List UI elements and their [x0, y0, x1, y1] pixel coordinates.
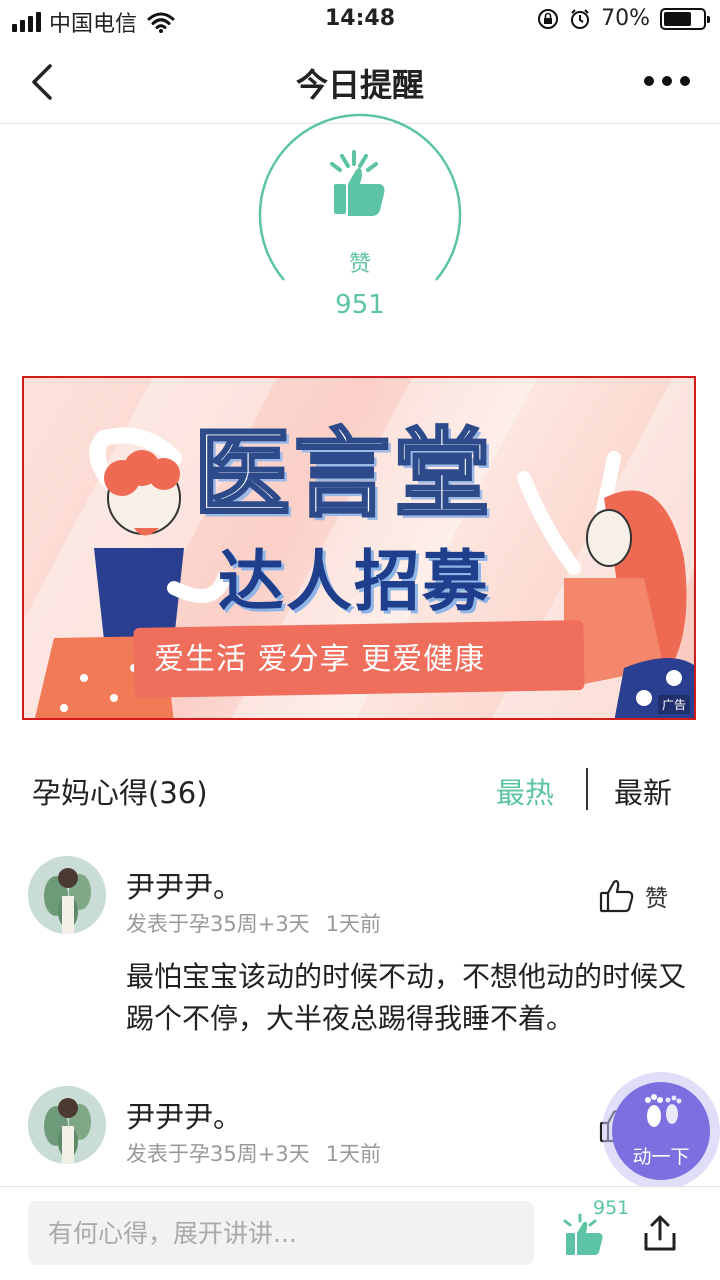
like-count: 951	[335, 290, 385, 320]
bottom-bar: 951	[0, 1186, 720, 1280]
avatar[interactable]	[28, 1086, 106, 1164]
footprint-icon	[645, 1094, 682, 1127]
comment-meta: 发表于孕35周+3天 1天前	[126, 1138, 381, 1168]
ad-badge: 广告	[657, 695, 690, 714]
banner-subtitle: 达人招募	[218, 543, 490, 620]
avatar[interactable]	[28, 856, 106, 934]
battery-level	[664, 11, 691, 26]
comment-stage: 发表于孕35周+3天	[126, 1142, 310, 1166]
comment-stage: 发表于孕35周+3天	[126, 912, 310, 936]
comment-author[interactable]: 尹尹尹。	[126, 864, 242, 906]
thumbs-up-icon	[330, 150, 385, 216]
banner-title: 医言堂	[193, 416, 494, 532]
orientation-lock-icon	[538, 8, 559, 29]
thumbs-up-icon[interactable]	[562, 1213, 606, 1257]
alarm-icon	[571, 8, 590, 29]
tab-hot[interactable]: 最热	[496, 770, 554, 812]
like-label: 赞	[348, 252, 371, 277]
banner-ad[interactable]: 医言堂 达人招募 爱生活 爱分享 更爱健康 广告	[22, 376, 696, 720]
move-float-button[interactable]: 动一下	[602, 1072, 720, 1190]
comment-body: 最怕宝宝该动的时候不动，不想他动的时候又踢个不停，大半夜总踢得我睡不着。	[126, 960, 687, 1035]
comment-time: 1天前	[325, 1142, 382, 1166]
comment-input[interactable]	[28, 1201, 534, 1265]
status-bar: 中国电信 14:48 70%	[0, 0, 720, 40]
thumbs-up-icon	[599, 880, 634, 913]
page-title: 今日提醒	[295, 66, 424, 104]
float-button-label: 动一下	[632, 1146, 690, 1168]
share-icon[interactable]	[640, 1213, 680, 1253]
comment-meta: 发表于孕35周+3天 1天前	[126, 908, 381, 938]
banner-tagline: 爱生活 爱分享 更爱健康	[154, 642, 486, 677]
battery-percent: 70%	[601, 6, 650, 31]
more-icon[interactable]	[644, 76, 690, 86]
comment-like-label: 赞	[645, 886, 668, 912]
comment-author[interactable]: 尹尹尹。	[126, 1094, 242, 1136]
tab-divider	[586, 768, 588, 810]
comment-time: 1天前	[325, 912, 382, 936]
comment-item: 尹尹尹。 发表于孕35周+3天 1天前 赞 最怕宝宝该动的时候不动，不想他动的时候…	[0, 856, 720, 1046]
section-title: 孕妈心得(36)	[32, 776, 208, 810]
battery-icon	[660, 7, 710, 30]
like-button[interactable]	[256, 110, 464, 318]
tab-new[interactable]: 最新	[614, 770, 672, 812]
comment-like-button[interactable]: 赞	[599, 878, 668, 914]
